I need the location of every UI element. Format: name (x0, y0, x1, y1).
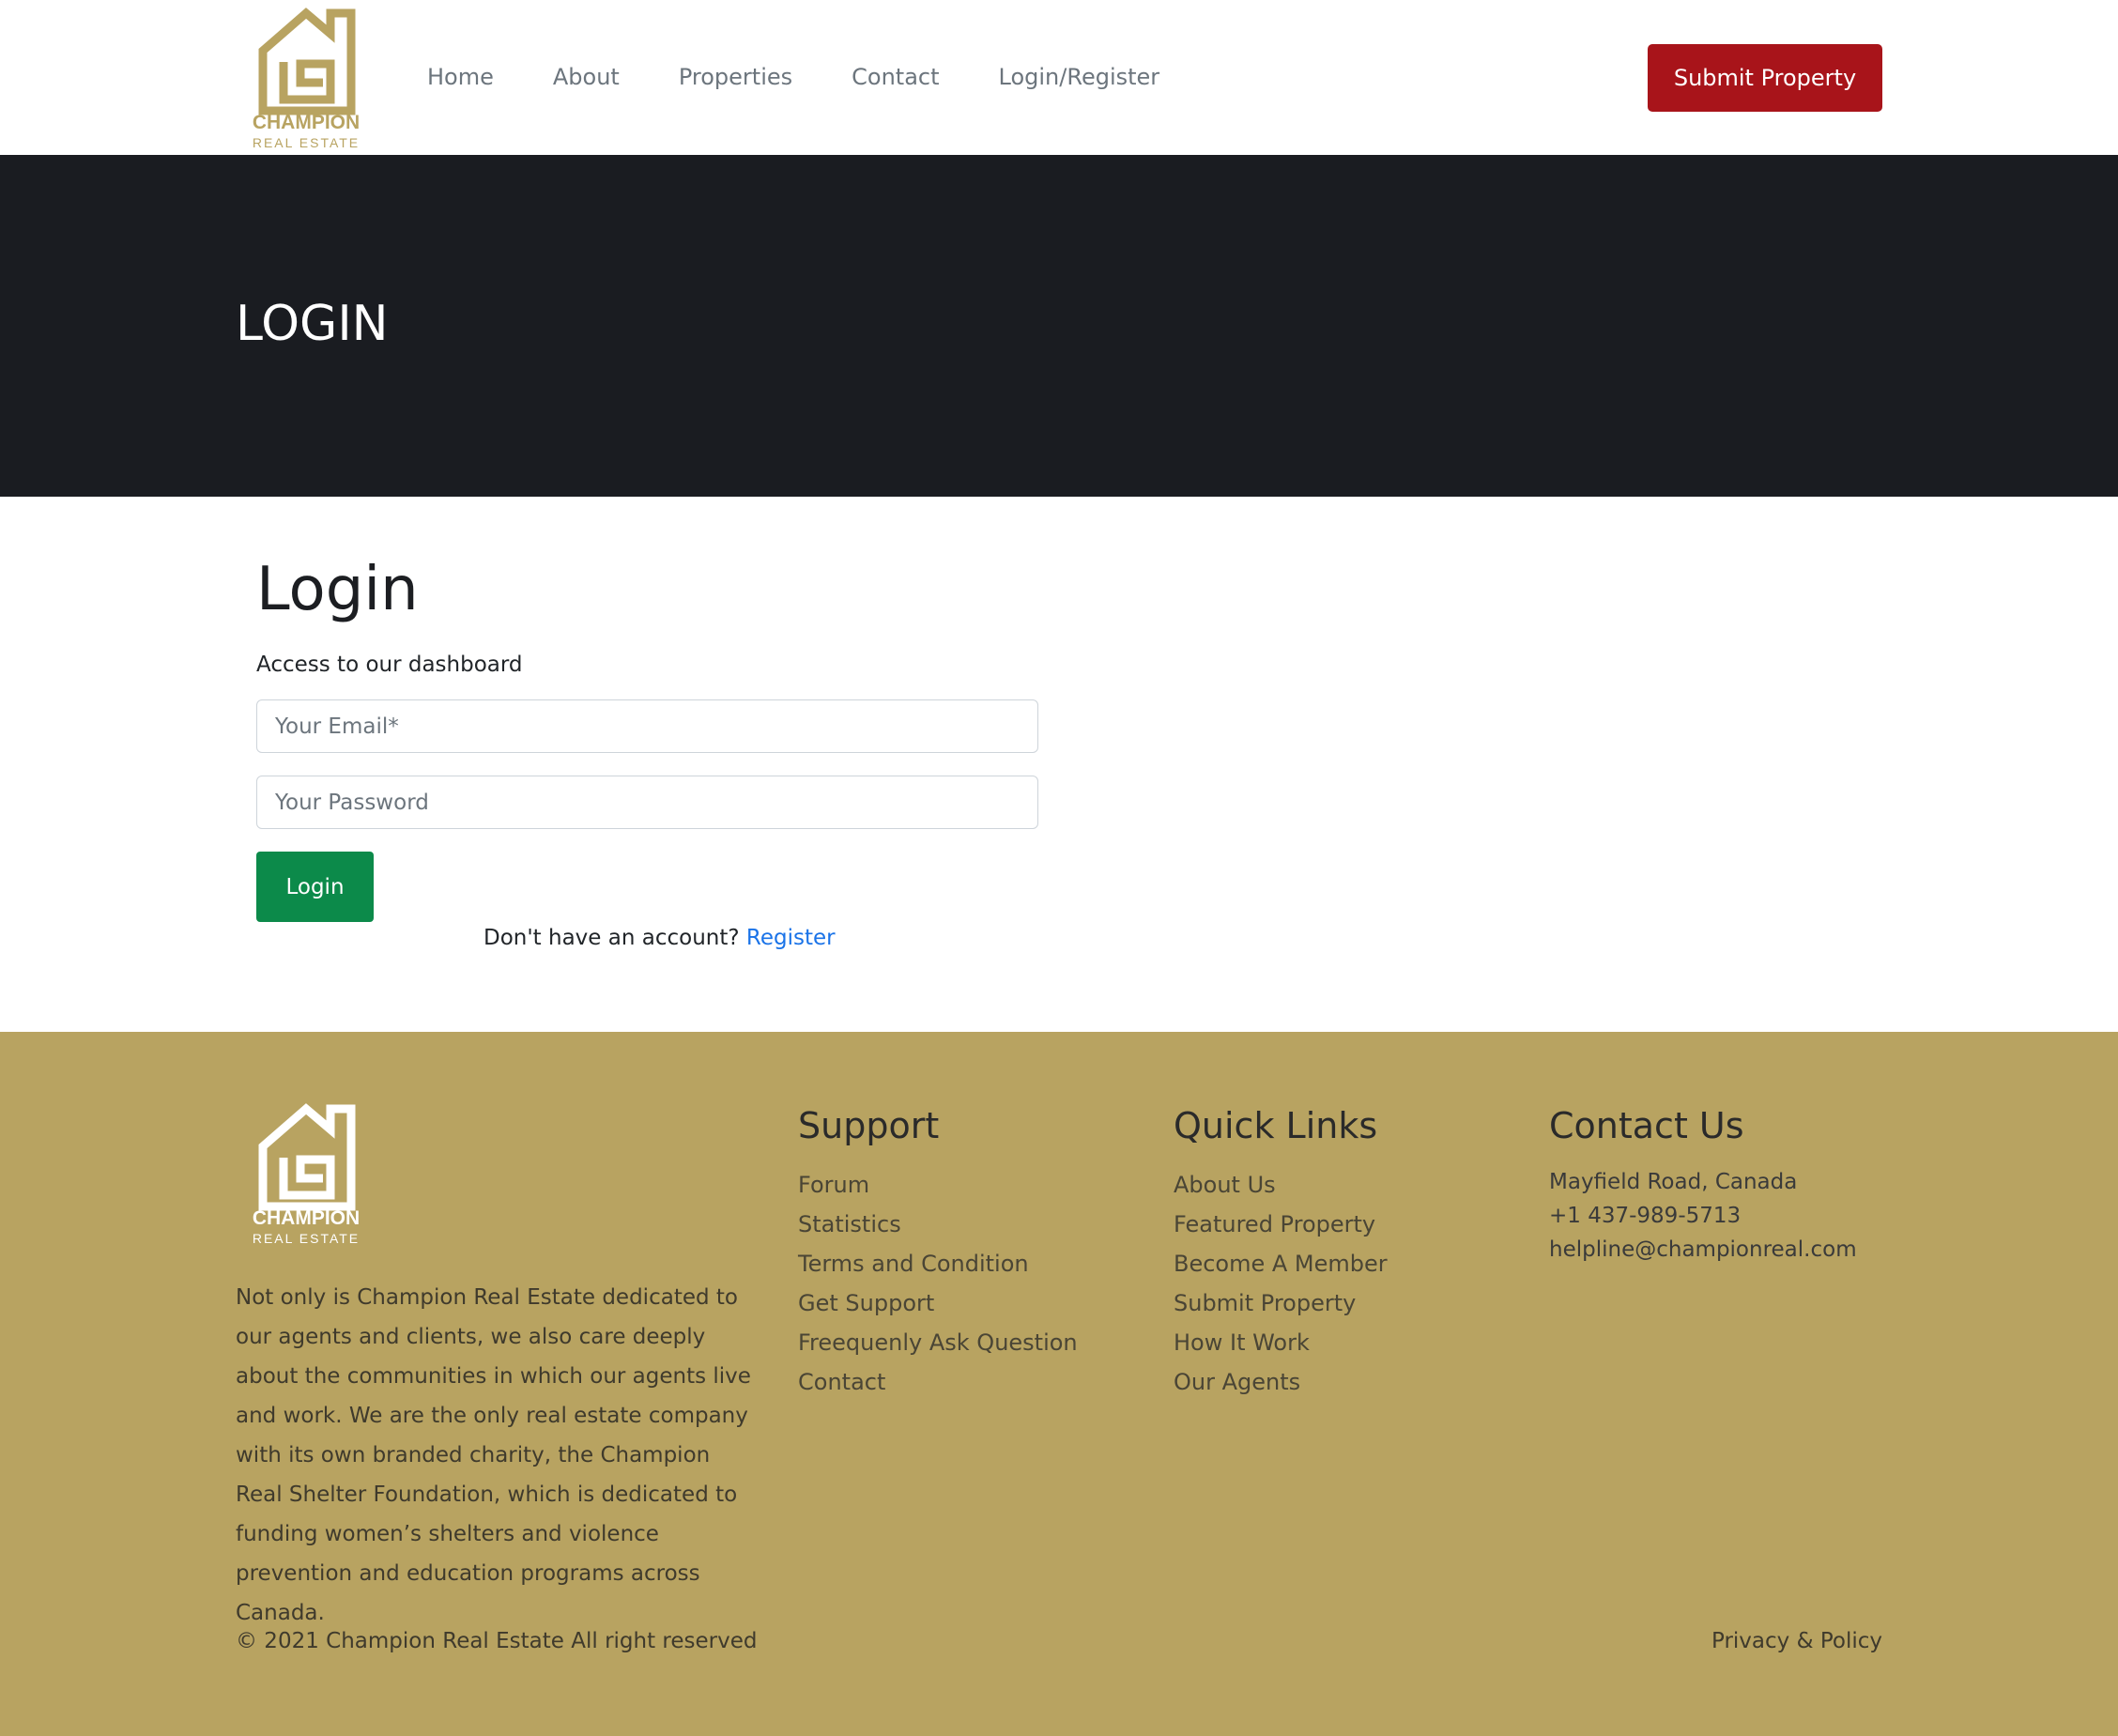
privacy-policy-link[interactable]: Privacy & Policy (1711, 1629, 1882, 1653)
login-subtitle: Access to our dashboard (256, 653, 523, 677)
quick-link-submit-property[interactable]: Submit Property (1174, 1283, 1388, 1323)
site-footer: CHAMPION REAL ESTATE Not only is Champio… (0, 1032, 2118, 1736)
svg-text:REAL ESTATE: REAL ESTATE (253, 1231, 360, 1246)
no-account-text: Don't have an account? (483, 926, 740, 950)
contact-phone[interactable]: +1 437-989-5713 (1549, 1199, 1857, 1233)
contact-address: Mayfield Road, Canada (1549, 1170, 1798, 1194)
quick-link-about-us[interactable]: About Us (1174, 1165, 1388, 1205)
contact-email[interactable]: helpline@championreal.com (1549, 1233, 1857, 1267)
nav-contact[interactable]: Contact (852, 58, 939, 96)
svg-text:REAL ESTATE: REAL ESTATE (253, 135, 360, 150)
login-heading: Login (256, 555, 419, 624)
svg-text:CHAMPION: CHAMPION (253, 112, 360, 133)
site-header: CHAMPION REAL ESTATE Home About Properti… (0, 0, 2118, 155)
champion-logo[interactable]: CHAMPION REAL ESTATE (246, 6, 366, 150)
login-button[interactable]: Login (256, 852, 374, 922)
nav-properties[interactable]: Properties (679, 58, 792, 96)
footer-about-text: Not only is Champion Real Estate dedicat… (236, 1285, 751, 1625)
contact-title: Contact Us (1549, 1105, 1744, 1146)
register-prompt: Don't have an account? Register (483, 926, 836, 950)
quick-link-become-member[interactable]: Become A Member (1174, 1244, 1388, 1283)
support-link-statistics[interactable]: Statistics (798, 1205, 1078, 1244)
quick-link-how-it-work[interactable]: How It Work (1174, 1323, 1388, 1362)
footer-support-column: Support Forum Statistics Terms and Condi… (798, 1103, 1078, 1402)
page-banner: LOGIN (0, 155, 2118, 497)
footer-contact-column: Contact Us Mayfield Road, Canada +1 437-… (1549, 1103, 1857, 1267)
submit-property-button[interactable]: Submit Property (1648, 44, 1882, 112)
support-link-terms[interactable]: Terms and Condition (798, 1244, 1078, 1283)
svg-text:CHAMPION: CHAMPION (253, 1207, 360, 1229)
footer-logo[interactable]: CHAMPION REAL ESTATE (246, 1101, 366, 1246)
nav-home[interactable]: Home (427, 58, 494, 96)
nav-about[interactable]: About (553, 58, 620, 96)
support-link-get-support[interactable]: Get Support (798, 1283, 1078, 1323)
support-link-faq[interactable]: Freequenly Ask Question (798, 1323, 1078, 1362)
quick-link-featured-property[interactable]: Featured Property (1174, 1205, 1388, 1244)
password-input[interactable] (256, 776, 1038, 829)
footer-quick-links-column: Quick Links About Us Featured Property B… (1174, 1103, 1388, 1402)
email-input[interactable] (256, 699, 1038, 753)
support-link-contact[interactable]: Contact (798, 1362, 1078, 1402)
nav-login-register[interactable]: Login/Register (999, 58, 1160, 96)
quick-link-our-agents[interactable]: Our Agents (1174, 1362, 1388, 1402)
main-nav: Home About Properties Contact Login/Regi… (427, 58, 1159, 96)
copyright-text: © 2021 Champion Real Estate All right re… (236, 1629, 758, 1653)
register-link[interactable]: Register (746, 926, 836, 950)
support-title: Support (798, 1105, 940, 1146)
quick-links-title: Quick Links (1174, 1105, 1378, 1146)
support-link-forum[interactable]: Forum (798, 1165, 1078, 1205)
banner-title: LOGIN (236, 296, 389, 352)
login-section: Login Access to our dashboard Login Don'… (0, 497, 2118, 1032)
